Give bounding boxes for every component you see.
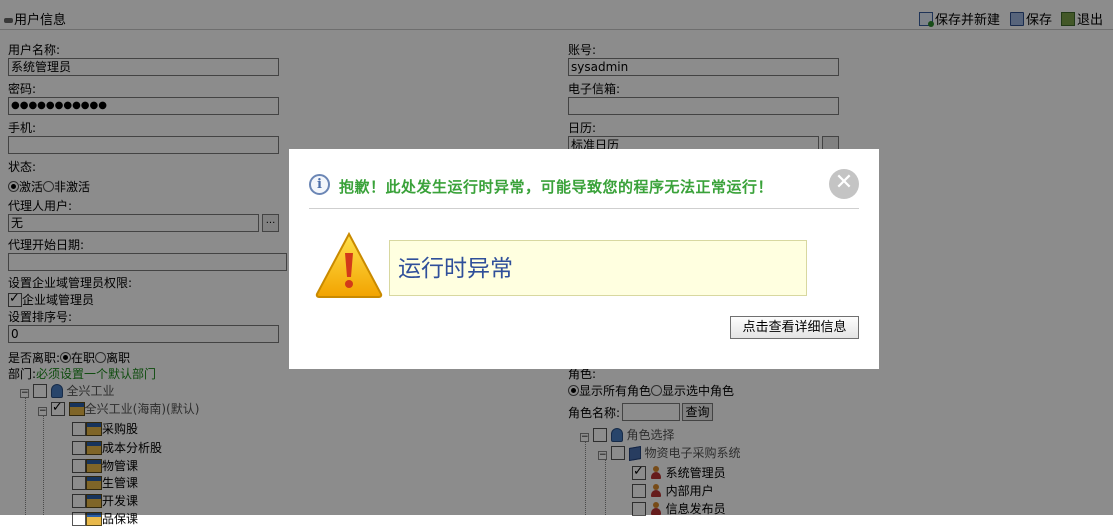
close-icon[interactable]: ✕ [829, 169, 859, 199]
error-title: 运行时异常 [398, 256, 513, 282]
view-details-button[interactable]: 点击查看详细信息 [730, 316, 859, 339]
error-dialog: i 抱歉！此处发生运行时异常，可能导致您的程序无法正常运行！ ✕ 运行时异常 点… [289, 149, 879, 369]
dialog-header: i 抱歉！此处发生运行时异常，可能导致您的程序无法正常运行！ ✕ [309, 169, 859, 209]
warning-icon [315, 231, 383, 298]
error-title-box: 运行时异常 [389, 240, 807, 296]
info-icon: i [309, 174, 330, 195]
dialog-message: 抱歉！此处发生运行时异常，可能导致您的程序无法正常运行！ [339, 178, 774, 196]
